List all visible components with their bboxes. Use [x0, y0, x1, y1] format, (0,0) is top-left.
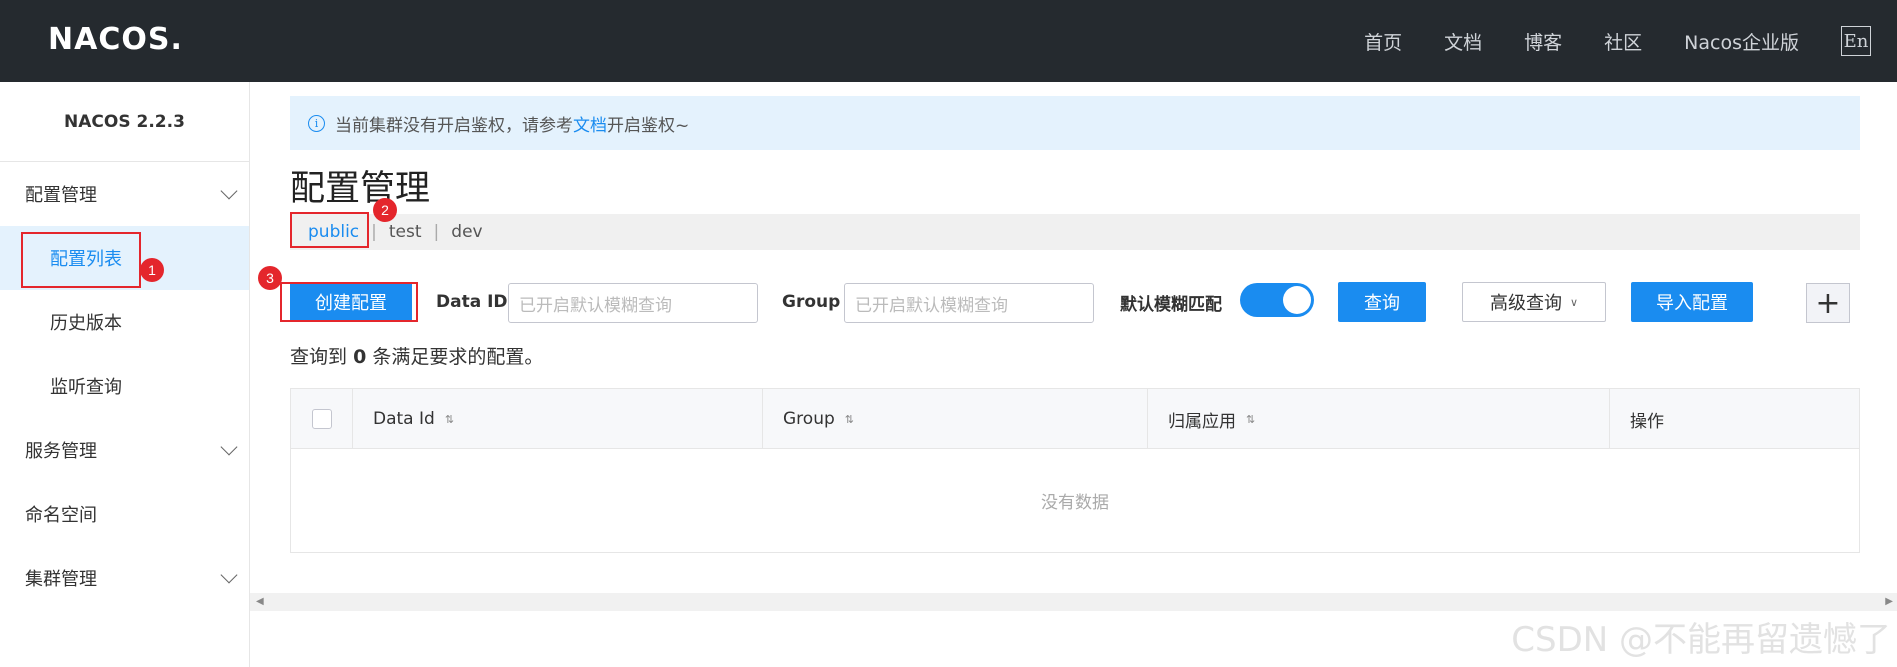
- notice-docs-link[interactable]: 文档: [573, 111, 607, 136]
- nav-blog[interactable]: 博客: [1524, 28, 1562, 55]
- search-toolbar: 创建配置 Data ID 已开启默认模糊查询 Group 已开启默认模糊查询 默…: [290, 282, 1860, 323]
- sidebar-group-label: 集群管理: [25, 569, 97, 590]
- column-label: Data Id: [373, 409, 435, 429]
- group-input[interactable]: 已开启默认模糊查询: [844, 283, 1094, 323]
- advanced-query-label: 高级查询: [1489, 293, 1562, 314]
- group-label: Group: [782, 292, 841, 312]
- horizontal-scrollbar[interactable]: ◀ ▶: [250, 593, 1897, 611]
- sort-icon[interactable]: ⇅: [1246, 413, 1255, 426]
- nav-community[interactable]: 社区: [1604, 28, 1642, 55]
- top-nav: 首页 文档 博客 社区 Nacos企业版 En: [1364, 0, 1897, 82]
- annotation-box-1: [21, 232, 141, 288]
- version-label: NACOS 2.2.3: [0, 82, 249, 162]
- advanced-query-button[interactable]: 高级查询 ∨: [1462, 282, 1606, 322]
- annotation-badge-1: 1: [140, 258, 164, 282]
- sidebar-item-namespace[interactable]: 命名空间: [0, 482, 249, 546]
- namespace-separator: |: [433, 222, 440, 242]
- sort-icon[interactable]: ⇅: [845, 413, 854, 426]
- select-all-cell: [291, 389, 353, 449]
- scroll-left-icon[interactable]: ◀: [256, 596, 264, 607]
- sidebar-item-label: 命名空间: [25, 505, 97, 526]
- sidebar-item-history[interactable]: 历史版本: [0, 290, 249, 354]
- top-navbar: NACOS. 首页 文档 博客 社区 Nacos企业版 En: [0, 0, 1897, 82]
- sidebar-item-label: 历史版本: [50, 313, 122, 334]
- config-table: Data Id ⇅ Group ⇅ 归属应用 ⇅ 操作 没有数据: [290, 388, 1860, 553]
- column-label: Group: [783, 409, 835, 429]
- annotation-badge-2: 2: [373, 198, 397, 222]
- watermark: CSDN @不能再留遗憾了: [1511, 620, 1891, 660]
- import-config-button[interactable]: 导入配置: [1631, 282, 1753, 322]
- language-switch-button[interactable]: En: [1841, 26, 1871, 56]
- result-summary: 查询到 0 条满足要求的配置。: [290, 342, 543, 369]
- sidebar-group-service[interactable]: 服务管理: [0, 418, 249, 482]
- annotation-box-3: [280, 282, 418, 322]
- column-group[interactable]: Group ⇅: [763, 389, 1148, 449]
- column-actions: 操作: [1610, 389, 1859, 449]
- select-all-checkbox[interactable]: [311, 409, 332, 429]
- namespace-dev[interactable]: dev: [451, 222, 482, 242]
- sidebar-item-listener-query[interactable]: 监听查询: [0, 354, 249, 418]
- sidebar-group-config[interactable]: 配置管理: [0, 162, 249, 226]
- info-icon: i: [308, 114, 325, 132]
- annotation-box-2: [290, 212, 369, 248]
- chevron-down-icon: [220, 438, 238, 456]
- sidebar-group-label: 服务管理: [25, 441, 97, 462]
- sidebar-group-label: 配置管理: [25, 185, 97, 206]
- notice-prefix: 当前集群没有开启鉴权，请参考: [335, 115, 573, 136]
- table-header: Data Id ⇅ Group ⇅ 归属应用 ⇅ 操作: [291, 389, 1859, 449]
- query-button[interactable]: 查询: [1338, 282, 1426, 322]
- result-prefix: 查询到: [290, 346, 348, 368]
- column-label: 操作: [1630, 411, 1664, 432]
- data-id-label: Data ID: [436, 292, 508, 312]
- nav-home[interactable]: 首页: [1364, 28, 1402, 55]
- chevron-down-icon: [220, 182, 238, 200]
- column-label: 归属应用: [1168, 411, 1236, 432]
- sidebar-item-label: 监听查询: [50, 377, 122, 398]
- nav-docs[interactable]: 文档: [1444, 28, 1482, 55]
- sidebar: NACOS 2.2.3 配置管理 配置列表 历史版本 监听查询 服务管理 命名空…: [0, 82, 250, 667]
- chevron-down-icon: [220, 566, 238, 584]
- empty-state: 没有数据: [1041, 493, 1109, 513]
- nacos-logo[interactable]: NACOS.: [48, 22, 183, 57]
- fuzzy-match-label: 默认模糊匹配: [1120, 294, 1222, 315]
- scroll-right-icon[interactable]: ▶: [1885, 596, 1893, 607]
- sort-icon[interactable]: ⇅: [445, 413, 454, 426]
- add-icon[interactable]: +: [1806, 283, 1850, 323]
- sidebar-group-cluster[interactable]: 集群管理: [0, 546, 249, 610]
- chevron-down-icon: ∨: [1569, 295, 1579, 309]
- auth-notice: i 当前集群没有开启鉴权，请参考 文档 开启鉴权~: [290, 96, 1860, 150]
- column-app[interactable]: 归属应用 ⇅: [1148, 389, 1610, 449]
- namespace-test[interactable]: test: [389, 222, 422, 242]
- annotation-badge-3: 3: [258, 266, 282, 290]
- fuzzy-match-toggle[interactable]: [1240, 283, 1314, 317]
- nav-enterprise[interactable]: Nacos企业版: [1684, 28, 1799, 55]
- result-suffix: 条满足要求的配置。: [372, 346, 544, 368]
- data-id-input[interactable]: 已开启默认模糊查询: [508, 283, 758, 323]
- toggle-knob: [1283, 286, 1311, 314]
- namespace-bar: public | test | dev: [290, 214, 1860, 250]
- namespace-separator: |: [371, 222, 377, 242]
- column-data-id[interactable]: Data Id ⇅: [353, 389, 763, 449]
- result-count: 0: [353, 346, 367, 368]
- notice-suffix: 开启鉴权~: [607, 115, 690, 136]
- page-title: 配置管理: [290, 169, 431, 209]
